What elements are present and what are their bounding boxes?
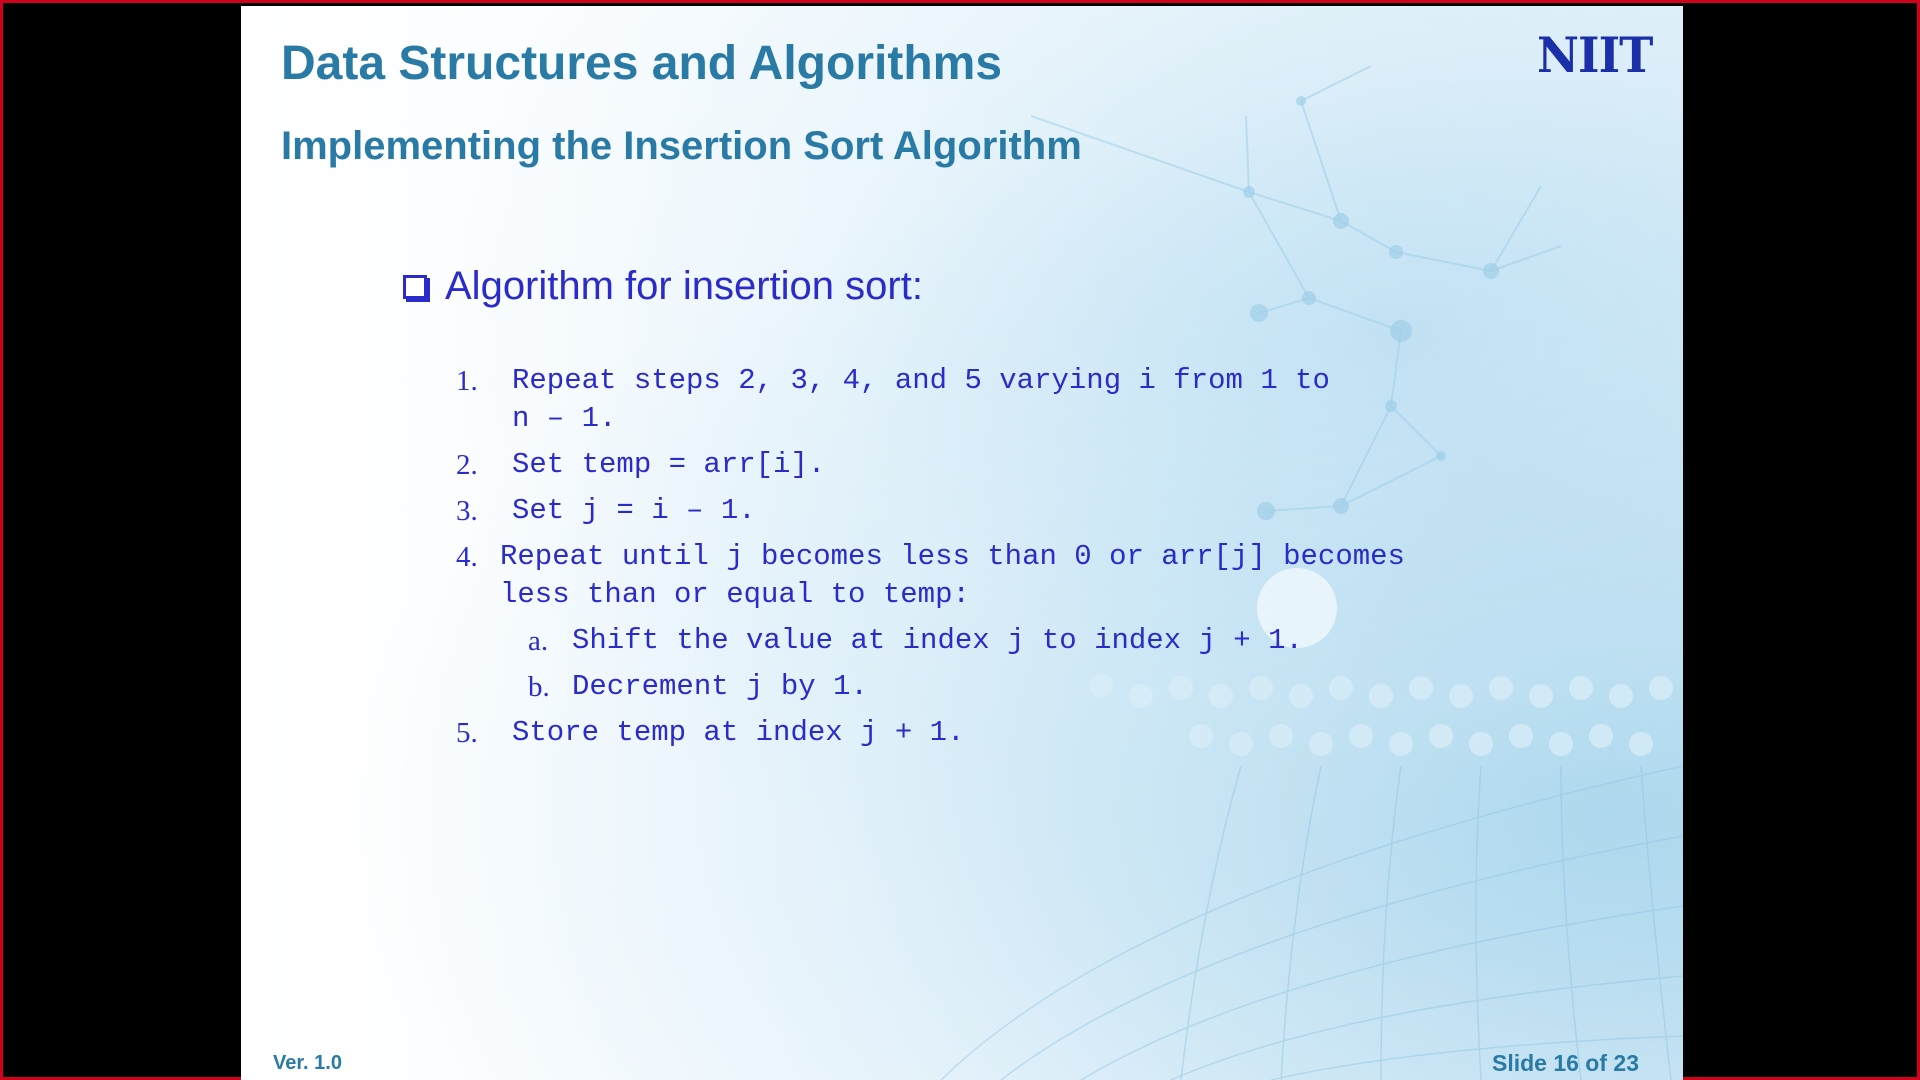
step-text: Set j = i – 1. bbox=[512, 494, 756, 527]
checkbox-square-icon bbox=[403, 274, 427, 299]
step-text: Set temp = arr[i]. bbox=[512, 448, 826, 481]
substep-text: Decrement j by 1. bbox=[572, 670, 868, 703]
niit-logo: NIIT bbox=[1537, 26, 1653, 84]
algorithm-steps: 1. Repeat steps 2, 3, 4, and 5 varying i… bbox=[456, 362, 1596, 760]
step-text: Repeat until j becomes less than 0 or ar… bbox=[500, 540, 1405, 611]
substep-text: Shift the value at index j to index j + … bbox=[572, 624, 1303, 657]
slide: Data Structures and Algorithms Implement… bbox=[241, 6, 1683, 1080]
step-number: 1. bbox=[456, 365, 478, 397]
step-number: 5. bbox=[456, 717, 478, 749]
substep-letter: b. bbox=[528, 671, 550, 703]
step-number: 3. bbox=[456, 495, 478, 527]
slide-title: Data Structures and Algorithms bbox=[281, 37, 1003, 90]
step-4: 4. Repeat until j becomes less than 0 or… bbox=[456, 538, 1596, 614]
step-3: 3. Set j = i – 1. bbox=[456, 492, 1596, 530]
step-text: Repeat steps 2, 3, 4, and 5 varying i fr… bbox=[512, 364, 1330, 435]
bullet-text: Algorithm for insertion sort: bbox=[445, 264, 923, 308]
step-2: 2. Set temp = arr[i]. bbox=[456, 446, 1596, 484]
step-text: Store temp at index j + 1. bbox=[512, 716, 965, 749]
substep-letter: a. bbox=[528, 625, 549, 657]
slide-subtitle: Implementing the Insertion Sort Algorith… bbox=[281, 124, 1082, 168]
version-label: Ver. 1.0 bbox=[273, 1052, 342, 1074]
substep-a: a. Shift the value at index j to index j… bbox=[456, 622, 1596, 660]
step-5: 5. Store temp at index j + 1. bbox=[456, 714, 1596, 752]
substep-b: b. Decrement j by 1. bbox=[456, 668, 1596, 706]
step-1: 1. Repeat steps 2, 3, 4, and 5 varying i… bbox=[456, 362, 1596, 438]
step-number: 2. bbox=[456, 449, 478, 481]
slide-counter: Slide 16 of 23 bbox=[1491, 1050, 1639, 1076]
screen-frame: Data Structures and Algorithms Implement… bbox=[0, 0, 1920, 1080]
bullet-heading: Algorithm for insertion sort: bbox=[403, 264, 923, 309]
step-number: 4. bbox=[456, 541, 478, 573]
